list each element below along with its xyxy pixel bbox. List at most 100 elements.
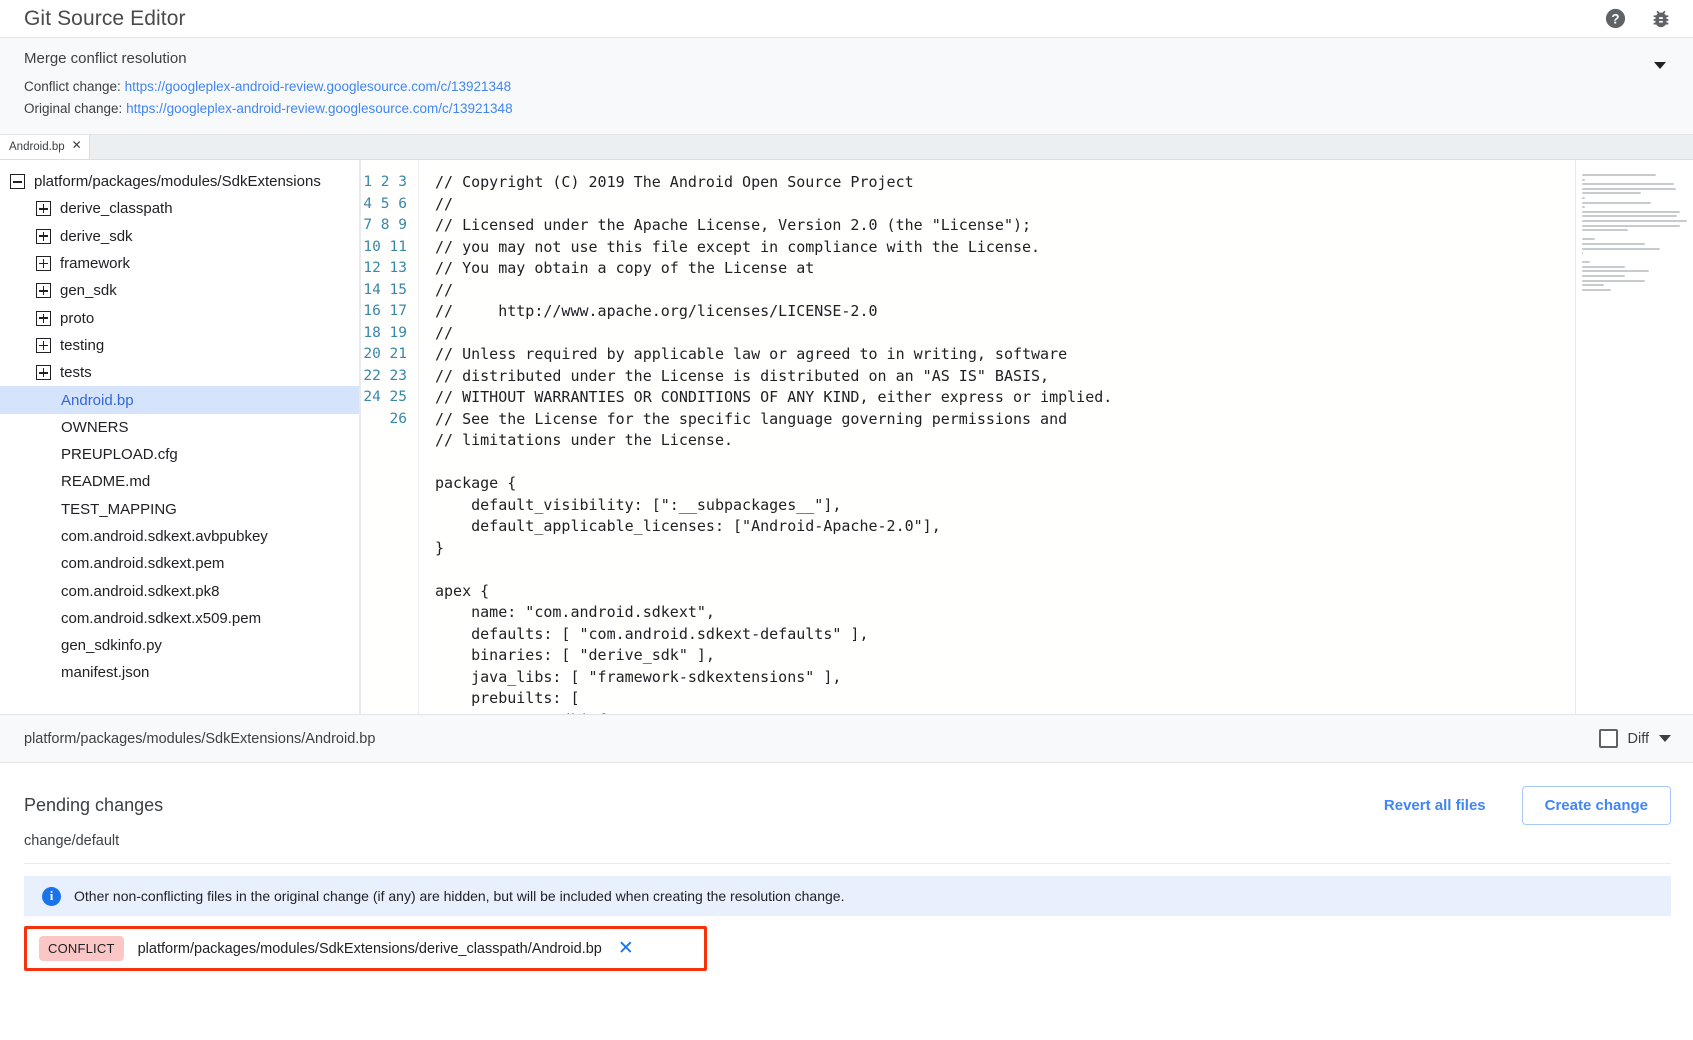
tree-item[interactable]: framework xyxy=(0,250,359,277)
merge-conflict-title: Merge conflict resolution xyxy=(24,50,1669,67)
tree-item[interactable]: proto xyxy=(0,304,359,331)
conflict-change-link[interactable]: https://googleplex-android-review.google… xyxy=(125,79,512,94)
minimap-line xyxy=(1582,289,1611,291)
collapse-icon[interactable] xyxy=(10,174,25,189)
expand-icon[interactable] xyxy=(36,365,51,380)
merge-conflict-info-panel: Merge conflict resolution Conflict chang… xyxy=(0,38,1693,135)
diff-label: Diff xyxy=(1628,731,1650,747)
info-banner-text: Other non-conflicting files in the origi… xyxy=(74,888,844,904)
minimap-line xyxy=(1582,243,1645,245)
code-scroll-region[interactable]: 1 2 3 4 5 6 7 8 9 10 11 12 13 14 15 16 1… xyxy=(360,160,1575,714)
tree-item-label: com.android.sdkext.avbpubkey xyxy=(61,528,268,545)
minimap-line xyxy=(1582,229,1628,231)
tree-item[interactable]: derive_classpath xyxy=(0,195,359,222)
expand-icon[interactable] xyxy=(36,229,51,244)
minimap-line xyxy=(1582,261,1590,263)
pending-changes-actions: Revert all files Create change xyxy=(1374,786,1671,825)
tree-item[interactable]: com.android.sdkext.avbpubkey xyxy=(0,523,359,550)
info-icon: i xyxy=(42,887,61,906)
minimap-line xyxy=(1582,179,1585,181)
revert-all-files-button[interactable]: Revert all files xyxy=(1374,791,1496,820)
app-header: Git Source Editor ? xyxy=(0,0,1693,38)
tree-item[interactable]: Android.bp xyxy=(0,386,359,413)
expand-icon[interactable] xyxy=(36,256,51,271)
tree-item-label: TEST_MAPPING xyxy=(61,501,177,518)
close-icon[interactable]: ✕ xyxy=(618,939,634,958)
app-header-actions: ? xyxy=(1603,7,1673,31)
svg-text:?: ? xyxy=(1611,11,1619,26)
file-path-bar: platform/packages/modules/SdkExtensions/… xyxy=(0,715,1693,763)
change-ref-label: change/default xyxy=(24,825,1671,864)
page-title: Git Source Editor xyxy=(24,7,186,31)
editor-workspace: platform/packages/modules/SdkExtensions d… xyxy=(0,160,1693,715)
tree-item-label: gen_sdkinfo.py xyxy=(61,637,162,654)
minimap-line xyxy=(1582,270,1649,272)
tree-item-label: OWNERS xyxy=(61,419,129,436)
code-minimap[interactable] xyxy=(1575,160,1693,714)
expand-icon[interactable] xyxy=(36,201,51,216)
code-editor: 1 2 3 4 5 6 7 8 9 10 11 12 13 14 15 16 1… xyxy=(360,160,1693,714)
minimap-line xyxy=(1582,202,1651,204)
tree-item[interactable]: testing xyxy=(0,332,359,359)
tree-item[interactable]: tests xyxy=(0,359,359,386)
tree-item[interactable]: com.android.sdkext.pem xyxy=(0,550,359,577)
minimap-line xyxy=(1582,225,1680,227)
tree-item[interactable]: PREUPLOAD.cfg xyxy=(0,441,359,468)
expand-icon[interactable] xyxy=(36,283,51,298)
tree-item-label: tests xyxy=(60,364,92,381)
tree-item[interactable]: gen_sdk xyxy=(0,277,359,304)
original-change-link[interactable]: https://googleplex-android-review.google… xyxy=(126,101,513,116)
minimap-line xyxy=(1582,275,1625,277)
diff-checkbox[interactable] xyxy=(1599,729,1618,748)
tree-item-label: com.android.sdkext.x509.pem xyxy=(61,610,261,627)
tree-item-label: platform/packages/modules/SdkExtensions xyxy=(34,173,321,190)
tab-android-bp[interactable]: Android.bp ✕ xyxy=(0,135,90,159)
editor-tab-bar: Android.bp ✕ xyxy=(0,135,1693,160)
minimap-line xyxy=(1582,238,1595,240)
minimap-line xyxy=(1582,248,1660,250)
minimap-line xyxy=(1582,266,1625,268)
diff-toggle[interactable]: Diff xyxy=(1599,729,1650,748)
tree-item[interactable]: derive_sdk xyxy=(0,223,359,250)
pending-changes-header: Pending changes Revert all files Create … xyxy=(24,785,1671,825)
tree-item[interactable]: com.android.sdkext.x509.pem xyxy=(0,605,359,632)
minimap-line xyxy=(1582,280,1645,282)
tree-item-label: Android.bp xyxy=(61,392,134,409)
original-change-label: Original change: xyxy=(24,101,122,116)
tab-label: Android.bp xyxy=(9,141,65,153)
tree-item-label: PREUPLOAD.cfg xyxy=(61,446,178,463)
minimap-line xyxy=(1582,284,1604,286)
original-change-row: Original change: https://googleplex-andr… xyxy=(24,98,1669,120)
tree-item-label: gen_sdk xyxy=(60,282,117,299)
tree-item[interactable]: com.android.sdkext.pk8 xyxy=(0,577,359,604)
tree-item[interactable]: README.md xyxy=(0,468,359,495)
tree-item[interactable]: OWNERS xyxy=(0,414,359,441)
conflict-file-row[interactable]: CONFLICT platform/packages/modules/SdkEx… xyxy=(24,926,707,971)
expand-icon[interactable] xyxy=(36,338,51,353)
conflict-file-path[interactable]: platform/packages/modules/SdkExtensions/… xyxy=(138,941,602,957)
status-badge: CONFLICT xyxy=(39,936,124,961)
tree-item-label: derive_classpath xyxy=(60,200,173,217)
close-icon[interactable]: ✕ xyxy=(72,139,82,151)
diff-options-caret-down-icon[interactable] xyxy=(1659,735,1671,742)
minimap-line xyxy=(1582,192,1641,194)
code-content[interactable]: // Copyright (C) 2019 The Android Open S… xyxy=(419,160,1575,714)
expand-icon[interactable] xyxy=(36,311,51,326)
help-circle-icon[interactable]: ? xyxy=(1603,7,1627,31)
line-number-gutter: 1 2 3 4 5 6 7 8 9 10 11 12 13 14 15 16 1… xyxy=(361,160,419,714)
tree-item-label: com.android.sdkext.pk8 xyxy=(61,583,219,600)
create-change-button[interactable]: Create change xyxy=(1522,786,1671,825)
minimap-line xyxy=(1582,197,1585,199)
file-tree[interactable]: platform/packages/modules/SdkExtensions d… xyxy=(0,160,360,714)
tree-item-label: derive_sdk xyxy=(60,228,133,245)
tree-item-label: proto xyxy=(60,310,94,327)
minimap-line xyxy=(1582,252,1583,254)
collapse-panel-button[interactable] xyxy=(1649,54,1671,76)
tree-item[interactable]: gen_sdkinfo.py xyxy=(0,632,359,659)
info-banner: i Other non-conflicting files in the ori… xyxy=(24,876,1671,916)
bug-icon[interactable] xyxy=(1649,7,1673,31)
tree-item[interactable]: platform/packages/modules/SdkExtensions xyxy=(0,168,359,195)
tree-item[interactable]: manifest.json xyxy=(0,659,359,686)
tree-item[interactable]: TEST_MAPPING xyxy=(0,496,359,523)
conflict-change-row: Conflict change: https://googleplex-andr… xyxy=(24,76,1669,98)
